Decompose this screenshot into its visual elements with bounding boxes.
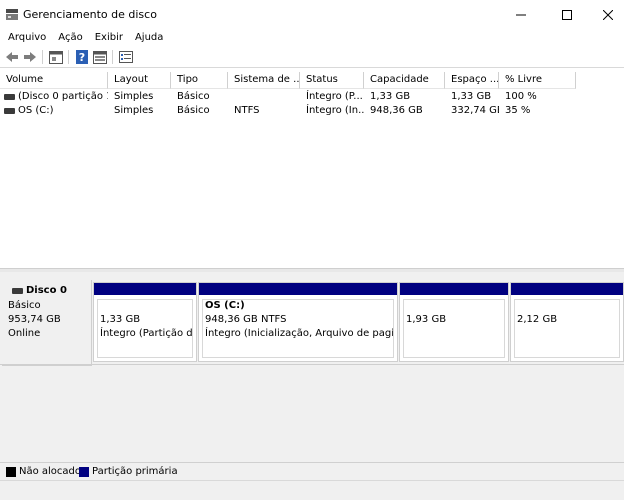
title-bar: Gerenciamento de disco xyxy=(0,0,624,30)
table-row[interactable]: OS (C:) Simples Básico NTFS Íntegro (In.… xyxy=(0,104,624,118)
legend-primary: Partição primária xyxy=(92,466,178,477)
properties-icon xyxy=(49,50,63,64)
window-title: Gerenciamento de disco xyxy=(23,8,157,21)
partition-size: 1,33 GB xyxy=(100,314,141,325)
partition-body: 1,33 GB Íntegro (Partição de Sistema EFI… xyxy=(97,299,193,358)
forward-button[interactable] xyxy=(22,49,38,65)
menu-arquivo[interactable]: Arquivo xyxy=(8,32,46,43)
volume-list: Volume Layout Tipo Sistema de ... Status… xyxy=(0,70,624,268)
console-button[interactable] xyxy=(118,49,134,65)
back-button[interactable] xyxy=(4,49,20,65)
column-header-espaco[interactable]: Espaço ... xyxy=(445,72,499,89)
partition-body: 1,93 GB xyxy=(403,299,505,358)
toolbar-separator xyxy=(68,50,69,64)
forward-arrow-icon xyxy=(24,52,36,62)
drive-icon xyxy=(4,108,15,114)
minimize-button[interactable] xyxy=(498,0,543,30)
properties-button[interactable] xyxy=(48,49,64,65)
toolbar: ? xyxy=(0,46,624,68)
legend-swatch-primary xyxy=(79,467,89,477)
disk-size: 953,74 GB xyxy=(8,314,61,325)
disk-status: Online xyxy=(8,328,41,339)
cell-tipo: Básico xyxy=(177,105,210,116)
cell-capacidade: 948,36 GB xyxy=(370,105,423,116)
disk-name: Disco 0 xyxy=(26,285,67,296)
disk-row-divider xyxy=(0,364,624,365)
partition-type-bar xyxy=(511,283,623,295)
close-button[interactable] xyxy=(585,0,624,30)
partition-body: 2,12 GB xyxy=(514,299,620,358)
partition-status: Íntegro (Partição de Sistema EFI) xyxy=(100,328,193,339)
status-bar xyxy=(0,480,624,500)
disk-info-box[interactable]: Disco 0 Básico 953,74 GB Online xyxy=(2,280,92,366)
disk-management-app-icon xyxy=(6,9,18,20)
close-icon xyxy=(602,10,613,20)
drive-icon xyxy=(4,94,15,100)
menu-bar: Arquivo Ação Exibir Ajuda xyxy=(0,29,624,45)
help-button[interactable]: ? xyxy=(74,49,90,65)
table-row[interactable]: (Disco 0 partição 1) Simples Básico Ínte… xyxy=(0,90,624,104)
partition-os-c[interactable]: OS (C:) 948,36 GB NTFS Íntegro (Iniciali… xyxy=(198,282,398,362)
cell-status: Íntegro (P... xyxy=(306,91,363,102)
partition-efi[interactable]: 1,33 GB Íntegro (Partição de Sistema EFI… xyxy=(93,282,197,362)
console-icon xyxy=(119,51,133,63)
toolbar-separator xyxy=(42,50,43,64)
disk-map-pane: Disco 0 Básico 953,74 GB Online 1,33 GB … xyxy=(0,272,624,462)
cell-status: Íntegro (In... xyxy=(306,105,364,116)
minimize-icon xyxy=(515,14,526,16)
cell-tipo: Básico xyxy=(177,91,210,102)
column-header-layout[interactable]: Layout xyxy=(108,72,171,89)
disk-type: Básico xyxy=(8,300,41,311)
column-header-row: Volume Layout Tipo Sistema de ... Status… xyxy=(0,72,624,89)
help-icon: ? xyxy=(76,50,88,64)
legend-swatch-unallocated xyxy=(6,467,16,477)
partition-type-bar xyxy=(94,283,196,295)
cell-volume: OS (C:) xyxy=(18,105,54,116)
cell-livre: 100 % xyxy=(505,91,537,102)
partition-type-bar xyxy=(400,283,508,295)
cell-espaco: 1,33 GB xyxy=(451,91,492,102)
svg-text:?: ? xyxy=(79,51,85,64)
column-header-tipo[interactable]: Tipo xyxy=(171,72,228,89)
cell-capacidade: 1,33 GB xyxy=(370,91,411,102)
menu-ajuda[interactable]: Ajuda xyxy=(135,32,163,43)
partition-status: Íntegro (Inicialização, Arquivo de pagin… xyxy=(205,328,394,339)
menu-acao[interactable]: Ação xyxy=(58,32,82,43)
cell-sistema xyxy=(234,90,300,104)
partition-3[interactable]: 1,93 GB xyxy=(399,282,509,362)
legend: Não alocado Partição primária xyxy=(0,462,624,480)
cell-livre: 35 % xyxy=(505,105,531,116)
toolbar-separator xyxy=(112,50,113,64)
partition-type-bar xyxy=(199,283,397,295)
maximize-button[interactable] xyxy=(544,0,589,30)
view-panel-icon xyxy=(93,50,107,64)
legend-unallocated: Não alocado xyxy=(19,466,82,477)
cell-layout: Simples xyxy=(114,105,154,116)
partition-title: OS (C:) xyxy=(205,300,245,311)
partition-4[interactable]: 2,12 GB xyxy=(510,282,624,362)
column-header-volume[interactable]: Volume xyxy=(0,72,108,89)
column-header-sistema[interactable]: Sistema de ... xyxy=(228,72,300,89)
partition-body: OS (C:) 948,36 GB NTFS Íntegro (Iniciali… xyxy=(202,299,394,358)
cell-sistema: NTFS xyxy=(234,105,260,116)
column-header-capacidade[interactable]: Capacidade xyxy=(364,72,445,89)
partition-size: 1,93 GB xyxy=(406,314,447,325)
cell-volume: (Disco 0 partição 1) xyxy=(18,91,108,102)
cell-layout: Simples xyxy=(114,91,154,102)
back-arrow-icon xyxy=(6,52,18,62)
maximize-icon xyxy=(561,10,572,20)
view-panel-button[interactable] xyxy=(92,49,108,65)
column-header-status[interactable]: Status xyxy=(300,72,364,89)
partition-size: 2,12 GB xyxy=(517,314,558,325)
cell-espaco: 332,74 GB xyxy=(451,105,499,116)
disk-icon xyxy=(12,288,23,294)
menu-exibir[interactable]: Exibir xyxy=(95,32,123,43)
partition-size: 948,36 GB NTFS xyxy=(205,314,287,325)
column-header-livre[interactable]: % Livre xyxy=(499,72,576,89)
